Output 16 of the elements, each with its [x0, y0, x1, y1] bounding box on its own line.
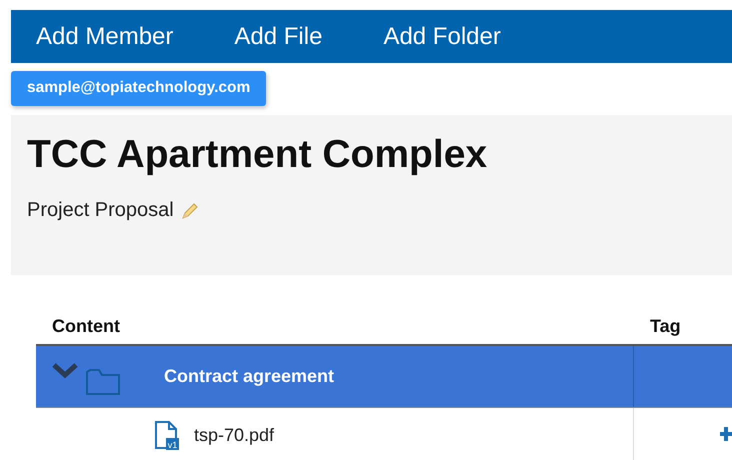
document-icon: v1	[154, 420, 180, 450]
column-header: Tag	[649, 316, 682, 337]
toolbar-button[interactable]: Add File	[223, 22, 334, 50]
user-email-badge: sample@topiatechnology.com	[11, 71, 266, 106]
project-subtitle: Project Proposal	[27, 199, 174, 222]
pencil-icon[interactable]	[180, 200, 200, 220]
toolbar-button[interactable]: Add Member	[25, 22, 184, 50]
file-name[interactable]: tsp-70.pdf	[194, 425, 274, 446]
toolbar-button[interactable]: Add Folder	[372, 22, 512, 50]
folder-icon	[86, 366, 120, 394]
chevron-icon[interactable]	[52, 360, 78, 378]
project-title: TCC Apartment Complex	[27, 133, 488, 177]
folder-name: Contract agreement	[164, 366, 334, 387]
plus-icon[interactable]	[720, 426, 732, 440]
table-row[interactable]: Contract agreement	[36, 346, 732, 408]
column-header: Content	[51, 316, 121, 337]
